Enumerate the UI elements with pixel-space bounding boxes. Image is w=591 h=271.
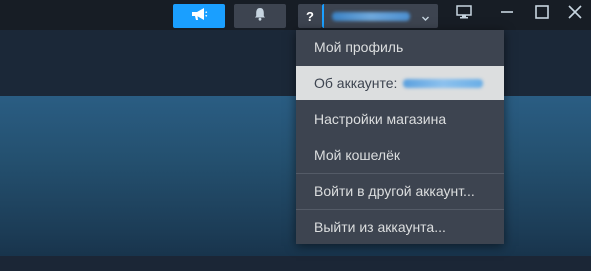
- maximize-button[interactable]: [532, 3, 552, 25]
- monitor-icon: [456, 4, 472, 24]
- menu-item-label: Мой профиль: [314, 39, 404, 55]
- notifications-button[interactable]: [234, 4, 286, 28]
- content-strip: [0, 256, 591, 271]
- minimize-icon: [500, 5, 514, 24]
- menu-item-sign-out[interactable]: Выйти из аккаунта...: [296, 210, 504, 244]
- menu-item-account-details[interactable]: Об аккаунте:: [296, 66, 504, 100]
- menu-item-my-profile[interactable]: Мой профиль: [296, 30, 504, 64]
- account-email-redacted: [403, 78, 484, 88]
- menu-item-label: Об аккаунте:: [314, 75, 398, 91]
- minimize-button[interactable]: [497, 3, 517, 25]
- close-icon: [568, 4, 582, 24]
- bell-icon: [254, 7, 266, 26]
- menu-item-my-wallet[interactable]: Мой кошелёк: [296, 138, 504, 172]
- help-button[interactable]: ?: [298, 4, 322, 28]
- account-dropdown-menu: Мой профиль Об аккаунте: Настройки магаз…: [296, 30, 504, 244]
- megaphone-icon: [190, 7, 208, 26]
- menu-item-change-account[interactable]: Войти в другой аккаунт...: [296, 174, 504, 208]
- account-name-redacted: [332, 11, 410, 21]
- big-picture-button[interactable]: [452, 3, 476, 25]
- menu-item-label: Мой кошелёк: [314, 147, 401, 163]
- chevron-down-icon: [421, 10, 430, 28]
- announcements-button[interactable]: [173, 4, 225, 28]
- close-button[interactable]: [565, 3, 585, 25]
- menu-item-label: Выйти из аккаунта...: [314, 219, 446, 235]
- menu-item-label: Настройки магазина: [314, 111, 447, 127]
- account-menu-button[interactable]: [322, 4, 438, 28]
- menu-item-store-preferences[interactable]: Настройки магазина: [296, 102, 504, 136]
- menu-item-label: Войти в другой аккаунт...: [314, 183, 475, 199]
- maximize-icon: [535, 4, 549, 24]
